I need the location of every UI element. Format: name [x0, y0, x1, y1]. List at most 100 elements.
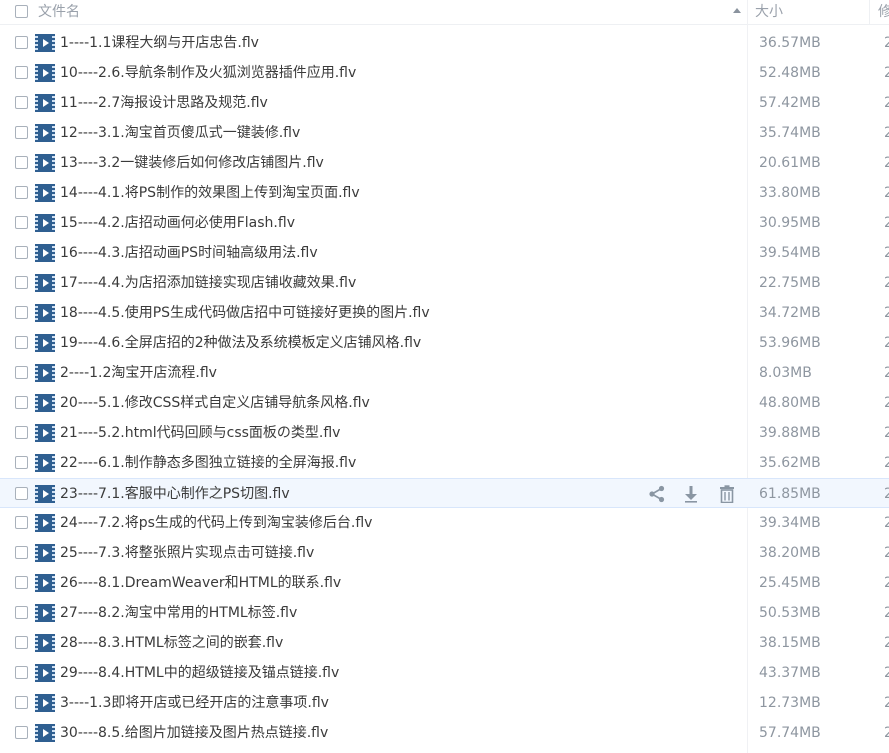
file-row[interactable]: 29----8.4.HTML中的超级链接及锚点链接.flv 43.37MB 2 — [0, 658, 889, 688]
file-name[interactable]: 15----4.2.店招动画何必使用Flash.flv — [60, 208, 295, 238]
file-name[interactable]: 13----3.2一键装修后如何修改店铺图片.flv — [60, 148, 324, 178]
share-icon[interactable] — [648, 485, 666, 503]
row-checkbox[interactable] — [15, 576, 28, 589]
file-row[interactable]: 22----6.1.制作静态多图独立链接的全屏海报.flv 35.62MB 2 — [0, 448, 889, 478]
file-name[interactable]: 28----8.3.HTML标签之间的嵌套.flv — [60, 628, 283, 658]
file-name[interactable]: 21----5.2.html代码回顾与css面板の类型.flv — [60, 418, 340, 448]
row-checkbox[interactable] — [15, 487, 28, 500]
file-size: 39.54MB — [759, 245, 821, 261]
file-name[interactable]: 17----4.4.为店招添加链接实现店铺收藏效果.flv — [60, 268, 356, 298]
row-checkbox[interactable] — [15, 156, 28, 169]
file-name[interactable]: 18----4.5.使用PS生成代码做店招中可链接好更换的图片.flv — [60, 298, 430, 328]
file-row[interactable]: 23----7.1.客服中心制作之PS切图.flv 61.85MB 2 — [0, 478, 889, 508]
row-checkbox[interactable] — [15, 126, 28, 139]
file-modified-date: 2 — [884, 515, 889, 531]
file-name[interactable]: 12----3.1.淘宝首页傻瓜式一键装修.flv — [60, 118, 300, 148]
row-checkbox[interactable] — [15, 216, 28, 229]
download-icon[interactable] — [682, 485, 700, 503]
video-file-icon — [35, 574, 55, 592]
file-row[interactable]: 11----2.7海报设计思路及规范.flv 57.42MB 2 — [0, 88, 889, 118]
file-row[interactable]: 19----4.6.全屏店招的2种做法及系统模板定义店铺风格.flv 53.96M… — [0, 328, 889, 358]
row-checkbox[interactable] — [15, 546, 28, 559]
file-row[interactable]: 15----4.2.店招动画何必使用Flash.flv 30.95MB 2 — [0, 208, 889, 238]
file-modified-date: 2 — [884, 395, 889, 411]
row-checkbox[interactable] — [15, 396, 28, 409]
file-size: 52.48MB — [759, 65, 821, 81]
row-checkbox[interactable] — [15, 246, 28, 259]
row-checkbox[interactable] — [15, 726, 28, 739]
video-file-icon — [35, 544, 55, 562]
file-modified-date: 2 — [884, 575, 889, 591]
file-row[interactable]: 12----3.1.淘宝首页傻瓜式一键装修.flv 35.74MB 2 — [0, 118, 889, 148]
video-file-icon — [35, 34, 55, 52]
file-row[interactable]: 25----7.3.将整张照片实现点击可链接.flv 38.20MB 2 — [0, 538, 889, 568]
file-row[interactable]: 16----4.3.店招动画PS时间轴高级用法.flv 39.54MB 2 — [0, 238, 889, 268]
file-size: 12.73MB — [759, 695, 821, 711]
row-checkbox[interactable] — [15, 516, 28, 529]
file-name[interactable]: 19----4.6.全屏店招的2种做法及系统模板定义店铺风格.flv — [60, 328, 421, 358]
file-name[interactable]: 20----5.1.修改CSS样式自定义店铺导航条风格.flv — [60, 388, 370, 418]
row-checkbox[interactable] — [15, 96, 28, 109]
video-file-icon — [35, 184, 55, 202]
file-modified-date: 2 — [884, 125, 889, 141]
video-file-icon — [35, 694, 55, 712]
row-checkbox[interactable] — [15, 456, 28, 469]
file-name[interactable]: 25----7.3.将整张照片实现点击可链接.flv — [60, 538, 314, 568]
file-row[interactable]: 1----1.1课程大纲与开店忠告.flv 36.57MB 2 — [0, 28, 889, 58]
column-header-filename[interactable]: 文件名 — [38, 0, 80, 24]
file-name[interactable]: 11----2.7海报设计思路及规范.flv — [60, 88, 268, 118]
row-checkbox[interactable] — [15, 606, 28, 619]
file-row[interactable]: 28----8.3.HTML标签之间的嵌套.flv 38.15MB 2 — [0, 628, 889, 658]
file-modified-date: 2 — [884, 155, 889, 171]
row-checkbox[interactable] — [15, 36, 28, 49]
file-modified-date: 2 — [884, 365, 889, 381]
row-checkbox[interactable] — [15, 366, 28, 379]
file-name[interactable]: 3----1.3即将开店或已经开店的注意事项.flv — [60, 688, 329, 718]
file-row[interactable]: 21----5.2.html代码回顾与css面板の类型.flv 39.88MB 2 — [0, 418, 889, 448]
file-row[interactable]: 27----8.2.淘宝中常用的HTML标签.flv 50.53MB 2 — [0, 598, 889, 628]
file-row[interactable]: 14----4.1.将PS制作的效果图上传到淘宝页面.flv 33.80MB 2 — [0, 178, 889, 208]
file-modified-date: 2 — [884, 95, 889, 111]
column-divider[interactable] — [869, 0, 870, 24]
file-row[interactable]: 30----8.5.给图片加链接及图片热点链接.flv 57.74MB 2 — [0, 718, 889, 748]
delete-icon[interactable] — [718, 485, 736, 504]
file-name[interactable]: 22----6.1.制作静态多图独立链接的全屏海报.flv — [60, 448, 356, 478]
file-name[interactable]: 23----7.1.客服中心制作之PS切图.flv — [60, 479, 290, 509]
file-row[interactable]: 20----5.1.修改CSS样式自定义店铺导航条风格.flv 48.80MB 2 — [0, 388, 889, 418]
sort-ascending-icon[interactable] — [733, 8, 741, 13]
row-checkbox[interactable] — [15, 666, 28, 679]
row-checkbox[interactable] — [15, 696, 28, 709]
file-name[interactable]: 2----1.2淘宝开店流程.flv — [60, 358, 217, 388]
file-row[interactable]: 3----1.3即将开店或已经开店的注意事项.flv 12.73MB 2 — [0, 688, 889, 718]
column-header-modified[interactable]: 修 — [878, 0, 889, 24]
row-checkbox[interactable] — [15, 306, 28, 319]
file-row[interactable]: 24----7.2.将ps生成的代码上传到淘宝装修后台.flv 39.34MB 2 — [0, 508, 889, 538]
row-checkbox[interactable] — [15, 186, 28, 199]
row-checkbox[interactable] — [15, 66, 28, 79]
file-row[interactable]: 2----1.2淘宝开店流程.flv 8.03MB 2 — [0, 358, 889, 388]
select-all-checkbox[interactable] — [15, 5, 28, 18]
file-name[interactable]: 29----8.4.HTML中的超级链接及锚点链接.flv — [60, 658, 339, 688]
file-name[interactable]: 14----4.1.将PS制作的效果图上传到淘宝页面.flv — [60, 178, 360, 208]
row-checkbox[interactable] — [15, 336, 28, 349]
file-modified-date: 2 — [884, 605, 889, 621]
file-size: 57.42MB — [759, 95, 821, 111]
file-name[interactable]: 27----8.2.淘宝中常用的HTML标签.flv — [60, 598, 297, 628]
file-modified-date: 2 — [884, 695, 889, 711]
file-name[interactable]: 1----1.1课程大纲与开店忠告.flv — [60, 28, 259, 58]
file-name[interactable]: 30----8.5.给图片加链接及图片热点链接.flv — [60, 718, 328, 748]
file-name[interactable]: 10----2.6.导航条制作及火狐浏览器插件应用.flv — [60, 58, 356, 88]
row-checkbox[interactable] — [15, 276, 28, 289]
file-row[interactable]: 18----4.5.使用PS生成代码做店招中可链接好更换的图片.flv 34.72… — [0, 298, 889, 328]
file-row[interactable]: 13----3.2一键装修后如何修改店铺图片.flv 20.61MB 2 — [0, 148, 889, 178]
file-name[interactable]: 24----7.2.将ps生成的代码上传到淘宝装修后台.flv — [60, 508, 372, 538]
file-modified-date: 2 — [884, 65, 889, 81]
file-row[interactable]: 17----4.4.为店招添加链接实现店铺收藏效果.flv 22.75MB 2 — [0, 268, 889, 298]
row-checkbox[interactable] — [15, 636, 28, 649]
column-header-size[interactable]: 大小 — [755, 0, 783, 24]
file-name[interactable]: 16----4.3.店招动画PS时间轴高级用法.flv — [60, 238, 318, 268]
file-row[interactable]: 10----2.6.导航条制作及火狐浏览器插件应用.flv 52.48MB 2 — [0, 58, 889, 88]
file-row[interactable]: 26----8.1.DreamWeaver和HTML的联系.flv 25.45MB… — [0, 568, 889, 598]
file-name[interactable]: 26----8.1.DreamWeaver和HTML的联系.flv — [60, 568, 341, 598]
row-checkbox[interactable] — [15, 426, 28, 439]
